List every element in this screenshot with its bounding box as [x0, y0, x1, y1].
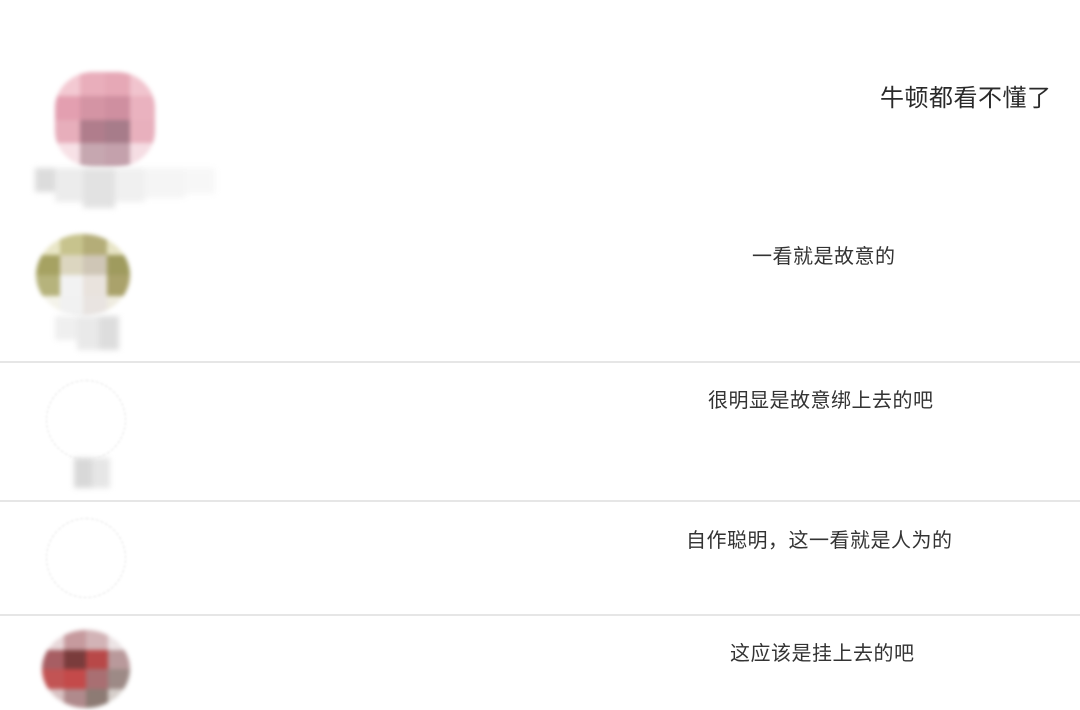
avatar[interactable]	[42, 630, 130, 708]
divider	[0, 500, 1080, 502]
comment-text: 很明显是故意绑上去的吧	[708, 388, 934, 412]
avatar[interactable]	[46, 518, 126, 598]
comment-text: 一看就是故意的	[752, 244, 896, 268]
comment-text: 牛顿都看不懂了	[880, 84, 1052, 112]
comment-text: 自作聪明，这一看就是人为的	[686, 528, 953, 552]
avatar[interactable]	[36, 234, 130, 316]
comment-list-page: 牛顿都看不懂了 一看就是故意的 很明显是故意绑上去的吧 自作聪明，这一看就是人为…	[0, 0, 1080, 710]
username-blurred[interactable]	[74, 458, 110, 488]
avatar[interactable]	[46, 380, 126, 460]
username-blurred[interactable]	[35, 168, 215, 208]
divider	[0, 614, 1080, 616]
comment-text: 这应该是挂上去的吧	[730, 641, 915, 665]
username-blurred[interactable]	[55, 316, 119, 350]
divider	[0, 361, 1080, 363]
avatar[interactable]	[55, 72, 155, 167]
